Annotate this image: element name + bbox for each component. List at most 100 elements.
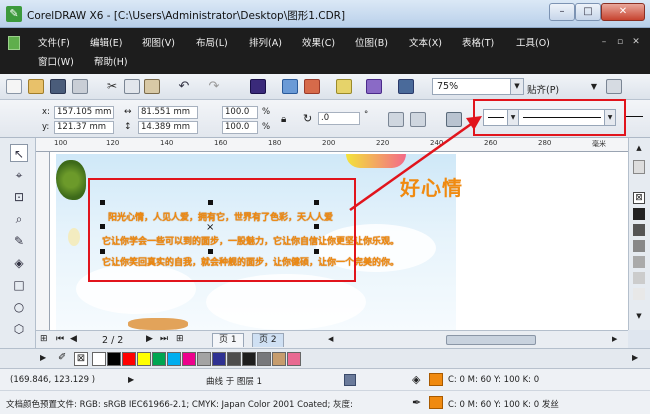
prev-page-icon[interactable]: ◀ [70,334,77,344]
snap-dropdown-icon[interactable]: ▼ [586,79,602,94]
height-field[interactable]: 14.389 mm [138,121,198,134]
menu-view[interactable]: 视图(V) [142,36,175,51]
save-icon[interactable] [50,79,66,94]
zoom-tool-icon[interactable]: ⌕ [10,210,28,228]
menu-arrange[interactable]: 排列(A) [249,36,282,51]
ellipse-tool-icon[interactable]: ○ [10,298,28,316]
copy-icon[interactable] [124,79,140,94]
rotation-angle-field[interactable]: .0 [318,112,360,125]
menu-window[interactable]: 窗口(W) [38,55,74,70]
undo-icon[interactable]: ↶ [176,79,192,94]
swatch-gray[interactable] [633,288,645,300]
convert-to-curves-icon[interactable] [446,112,462,127]
document-icon[interactable] [8,36,20,50]
paste-icon[interactable] [144,79,160,94]
freehand-tool-icon[interactable]: ✎ [10,232,28,250]
docker-tab-icon[interactable] [633,160,645,174]
lock-ratio-icon[interactable]: 🔒︎ [281,114,286,125]
menu-tools[interactable]: 工具(O) [516,36,550,51]
close-button[interactable]: ✕ [601,3,645,21]
swatch-gray[interactable] [633,272,645,284]
width-field[interactable]: 81.551 mm [138,106,198,119]
palette-swatch[interactable] [227,352,241,366]
palette-swatch[interactable] [272,352,286,366]
palette-right-icon[interactable]: ▶ [632,353,638,362]
swatch-gray[interactable] [633,240,645,252]
drawing-canvas[interactable]: 好心情 阳光心情，人见人爱，拥有它，世界有了色彩，天人人爱 它让你学会一些可以到… [50,152,628,330]
scroll-down-icon[interactable]: ▼ [633,312,645,322]
scrollbar-thumb[interactable] [446,335,536,345]
palette-swatch[interactable] [137,352,151,366]
smart-fill-icon[interactable]: ◈ [10,254,28,272]
search-content-icon[interactable] [250,79,266,94]
menu-text[interactable]: 文本(X) [409,36,442,51]
next-page-icon[interactable]: ▶ [146,334,153,344]
chevron-down-icon[interactable]: ▼ [510,79,523,94]
horizontal-ruler[interactable]: 100 120 140 160 180 200 220 240 260 280 … [36,138,628,152]
palette-swatch[interactable] [122,352,136,366]
y-position-field[interactable]: 121.37 mm [54,121,114,134]
add-page-icon[interactable]: ⊞ [40,334,48,344]
polygon-tool-icon[interactable]: ⬡ [10,320,28,338]
menu-effects[interactable]: 效果(C) [302,36,335,51]
eyedropper-icon[interactable]: ✐ [58,352,66,363]
horizontal-scrollbar[interactable]: ◀ ▶ [326,330,628,348]
mirror-vertical-icon[interactable] [410,112,426,127]
cut-icon[interactable]: ✂ [104,79,120,94]
add-page-after-icon[interactable]: ⊞ [176,334,184,344]
vertical-ruler[interactable] [36,152,50,330]
artistic-heading[interactable]: 好心情 [400,172,463,201]
open-icon[interactable] [28,79,44,94]
mirror-horizontal-icon[interactable] [388,112,404,127]
swatch-black[interactable] [633,208,645,220]
scale-width-field[interactable]: 100.0 [222,106,258,119]
snap-to-button[interactable]: 贴齐(P) [527,82,559,96]
doc-minimize-icon[interactable]: – [598,36,610,48]
shape-tool-icon[interactable]: ⌖ [10,166,28,184]
palette-swatch[interactable] [287,352,301,366]
palette-swatch[interactable] [257,352,271,366]
swatch-gray[interactable] [633,256,645,268]
palette-swatch[interactable] [197,352,211,366]
first-page-icon[interactable]: ⏮ [56,334,64,344]
menu-file[interactable]: 文件(F) [38,36,70,51]
expand-icon[interactable]: ▶ [128,375,134,384]
x-position-field[interactable]: 157.105 mm [54,106,114,119]
maximize-button[interactable]: □ [575,3,601,21]
palette-swatch[interactable] [92,352,106,366]
menu-bitmaps[interactable]: 位图(B) [355,36,388,51]
palette-swatch[interactable] [212,352,226,366]
menu-layout[interactable]: 布局(L) [196,36,228,51]
palette-swatch[interactable] [107,352,121,366]
swatch-gray[interactable] [633,224,645,236]
palette-swatch[interactable] [152,352,166,366]
import-icon[interactable] [282,79,298,94]
palette-left-icon[interactable]: ▶ [40,353,46,362]
print-icon[interactable] [72,79,88,94]
tab-page-2[interactable]: 页 2 [252,333,284,347]
tab-page-1[interactable]: 页 1 [212,333,244,347]
palette-swatch[interactable] [167,352,181,366]
zoom-level-select[interactable]: 75% ▼ [432,78,524,95]
no-fill-swatch[interactable]: ⊠ [74,352,88,366]
new-document-icon[interactable] [6,79,22,94]
rectangle-tool-icon[interactable]: □ [10,276,28,294]
doc-close-icon[interactable]: ✕ [630,36,642,48]
scroll-up-icon[interactable]: ▲ [633,144,645,154]
menu-table[interactable]: 表格(T) [462,36,494,51]
full-screen-preview-icon[interactable] [398,79,414,94]
last-page-icon[interactable]: ⏭ [160,334,168,344]
menu-edit[interactable]: 编辑(E) [90,36,122,51]
scale-height-field[interactable]: 100.0 [222,121,258,134]
palette-swatch[interactable] [182,352,196,366]
export-icon[interactable] [304,79,320,94]
no-color-icon[interactable]: ⊠ [633,192,645,204]
outline-color-swatch[interactable] [429,396,443,409]
doc-restore-icon[interactable]: ▫ [614,36,626,48]
fill-color-swatch[interactable] [429,373,443,386]
minimize-button[interactable]: – [549,3,575,21]
palette-swatch[interactable] [242,352,256,366]
scroll-right-icon[interactable]: ▶ [612,335,617,343]
options-icon[interactable] [606,79,622,94]
application-launcher-icon[interactable] [336,79,352,94]
